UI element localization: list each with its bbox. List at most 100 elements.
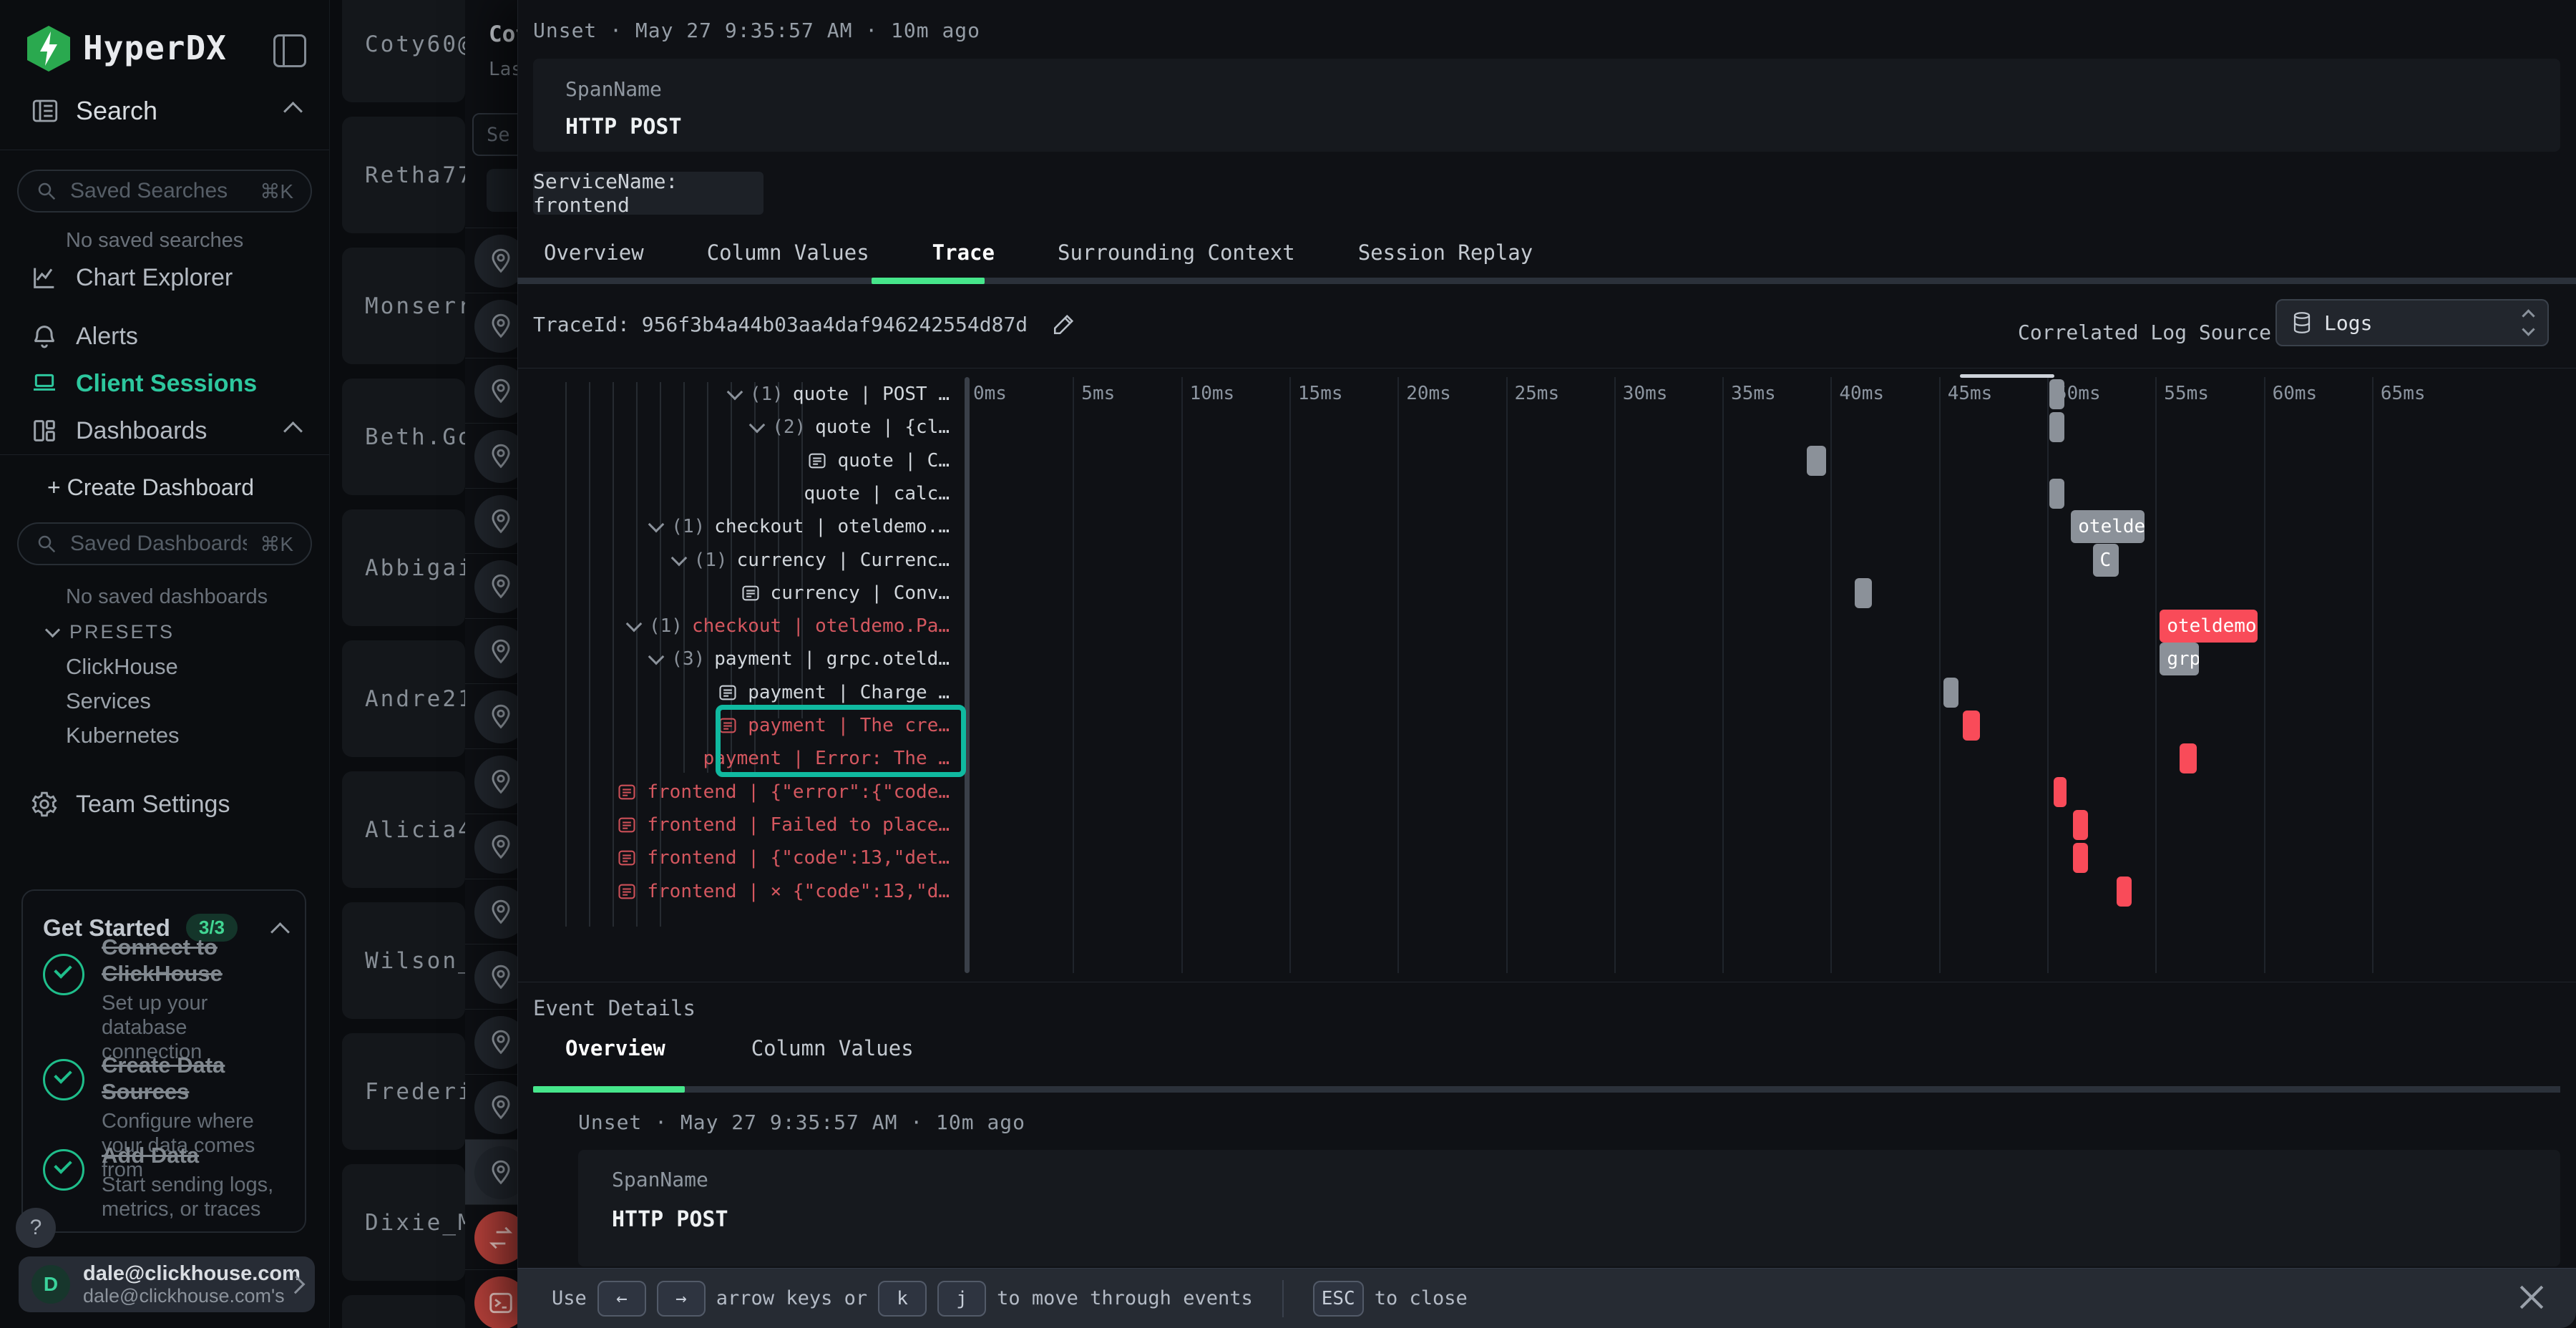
sidebar-item-team-settings[interactable]: Team Settings bbox=[30, 790, 230, 819]
session-event-row[interactable] bbox=[465, 1204, 517, 1269]
session-event-row[interactable] bbox=[465, 1074, 517, 1139]
saved-dashboards-input[interactable] bbox=[69, 531, 248, 557]
session-event-row[interactable] bbox=[465, 488, 517, 553]
session-list-item[interactable]: Wilson_H bbox=[342, 902, 465, 1019]
session-event-row[interactable] bbox=[465, 683, 517, 748]
service-name-chip[interactable]: ServiceName: frontend bbox=[533, 172, 763, 215]
trace-span-row[interactable]: quote | C… bbox=[533, 445, 960, 477]
span-duration-bar[interactable] bbox=[2054, 777, 2067, 807]
session-event-row[interactable] bbox=[465, 944, 517, 1009]
saved-searches-input[interactable] bbox=[69, 178, 248, 204]
session-button-fragment[interactable] bbox=[487, 169, 517, 212]
span-duration-bar[interactable]: oteldemo. bbox=[2071, 510, 2145, 543]
span-duration-bar[interactable]: grp bbox=[2160, 643, 2198, 675]
trace-span-row[interactable]: frontend | {"error":{"code… bbox=[533, 776, 960, 808]
chevron-down-icon[interactable] bbox=[670, 550, 687, 566]
trace-span-row[interactable]: frontend | × {"code":13,"d… bbox=[533, 876, 960, 907]
session-list-item[interactable]: Dixie_Mc bbox=[342, 1164, 465, 1281]
close-icon[interactable] bbox=[2516, 1281, 2547, 1313]
search-section-header[interactable]: Search bbox=[30, 96, 157, 126]
trace-span-row[interactable]: (1)checkout | oteldemo.Pa… bbox=[533, 610, 960, 642]
span-duration-bar[interactable] bbox=[1963, 711, 1980, 741]
span-duration-bar[interactable] bbox=[2049, 412, 2064, 442]
collapse-sidebar-icon[interactable] bbox=[273, 34, 306, 67]
get-started-item[interactable]: Add DataStart sending logs, metrics, or … bbox=[43, 1142, 279, 1221]
trace-span-row[interactable]: (3)payment | grpc.oteld… bbox=[533, 643, 960, 675]
session-list-item[interactable]: Monserra bbox=[342, 248, 465, 364]
trace-span-row[interactable]: (2)quote | {cl… bbox=[533, 411, 960, 443]
chevron-down-icon[interactable] bbox=[727, 384, 743, 401]
session-list-item[interactable] bbox=[342, 1295, 465, 1328]
tab-session-replay[interactable]: Session Replay bbox=[1358, 240, 1533, 265]
trace-span-row[interactable]: payment | Charge … bbox=[533, 677, 960, 708]
span-duration-bar[interactable]: oteldemo. bbox=[2160, 610, 2257, 643]
session-list-item[interactable]: Alicia42 bbox=[342, 771, 465, 888]
span-duration-bar[interactable]: C bbox=[2093, 544, 2119, 577]
sidebar-item-chart-explorer[interactable]: Chart Explorer bbox=[30, 263, 233, 292]
preset-item-kubernetes[interactable]: Kubernetes bbox=[66, 723, 180, 748]
presets-header[interactable]: PRESETS bbox=[47, 621, 175, 643]
session-event-row[interactable] bbox=[465, 1139, 517, 1204]
get-started-item[interactable]: Connect to ClickHouseSet up your databas… bbox=[43, 934, 279, 1064]
preset-item-services[interactable]: Services bbox=[66, 688, 151, 714]
tab-surrounding-context[interactable]: Surrounding Context bbox=[1058, 240, 1295, 265]
chevron-down-icon[interactable] bbox=[648, 517, 665, 533]
help-button[interactable]: ? bbox=[16, 1208, 56, 1248]
session-list-item[interactable]: Frederic bbox=[342, 1033, 465, 1150]
session-event-row[interactable] bbox=[465, 228, 517, 293]
session-list-item[interactable]: Abbigail bbox=[342, 509, 465, 626]
chevron-down-icon[interactable] bbox=[626, 616, 643, 633]
trace-span-row[interactable]: quote | calc… bbox=[533, 478, 960, 509]
sidebar-item-alerts[interactable]: Alerts bbox=[30, 322, 138, 351]
tab-trace[interactable]: Trace bbox=[932, 240, 995, 265]
sidebar-item-client-sessions[interactable]: Client Sessions bbox=[30, 369, 257, 398]
log-source-select[interactable]: Logs bbox=[2275, 299, 2549, 346]
event-status-line: Unset · May 27 9:35:57 AM · 10m ago bbox=[533, 19, 980, 42]
sidebar-item-dashboards[interactable]: Dashboards bbox=[30, 416, 207, 445]
session-event-row[interactable] bbox=[465, 1009, 517, 1074]
event-details-tab-overview[interactable]: Overview bbox=[565, 1036, 665, 1060]
session-event-row[interactable] bbox=[465, 1269, 517, 1328]
span-duration-bar[interactable] bbox=[2180, 743, 2197, 773]
chevron-down-icon[interactable] bbox=[648, 649, 665, 665]
session-event-row[interactable] bbox=[465, 358, 517, 423]
trace-span-row[interactable]: currency | Conv… bbox=[533, 577, 960, 609]
session-event-row[interactable] bbox=[465, 293, 517, 358]
tab-overview[interactable]: Overview bbox=[544, 240, 644, 265]
span-duration-bar[interactable] bbox=[2073, 843, 2088, 873]
edit-pencil-icon[interactable] bbox=[1052, 312, 1076, 336]
session-event-row[interactable] bbox=[465, 553, 517, 618]
session-list-item[interactable]: Coty60@g bbox=[342, 0, 465, 102]
session-list-item[interactable]: Beth.Gol bbox=[342, 379, 465, 495]
session-list-item[interactable]: Andre21@ bbox=[342, 640, 465, 757]
span-duration-bar[interactable] bbox=[2049, 379, 2064, 409]
user-menu[interactable]: D dale@clickhouse.com dale@clickhouse.co… bbox=[19, 1256, 315, 1312]
create-dashboard-button[interactable]: + Create Dashboard bbox=[47, 474, 254, 501]
session-event-row[interactable] bbox=[465, 814, 517, 879]
session-event-row[interactable] bbox=[465, 618, 517, 683]
span-duration-bar[interactable] bbox=[2117, 877, 2132, 907]
span-duration-bar[interactable] bbox=[1807, 446, 1826, 476]
session-event-row[interactable] bbox=[465, 748, 517, 814]
preset-item-clickhouse[interactable]: ClickHouse bbox=[66, 654, 178, 680]
saved-dashboards-search[interactable]: ⌘K bbox=[17, 522, 312, 565]
span-duration-bar[interactable] bbox=[2049, 479, 2064, 509]
chart-mini-scrollbar[interactable] bbox=[1960, 374, 2054, 378]
trace-span-row[interactable]: (1)quote | POST … bbox=[533, 379, 960, 410]
session-event-row[interactable] bbox=[465, 423, 517, 488]
tab-column-values[interactable]: Column Values bbox=[707, 240, 869, 265]
event-details-tab-column-values[interactable]: Column Values bbox=[751, 1036, 914, 1060]
session-event-row[interactable] bbox=[465, 879, 517, 944]
trace-span-row[interactable]: frontend | Failed to place… bbox=[533, 809, 960, 841]
span-duration-bar[interactable] bbox=[1855, 578, 1872, 608]
session-list-item[interactable]: Retha77@ bbox=[342, 117, 465, 233]
chevron-up-icon[interactable] bbox=[283, 102, 303, 121]
saved-searches-search[interactable]: ⌘K bbox=[17, 170, 312, 213]
span-duration-bar[interactable] bbox=[1943, 678, 1958, 708]
span-duration-bar[interactable] bbox=[2073, 810, 2088, 840]
trace-span-row[interactable]: (1)currency | Currenc… bbox=[533, 545, 960, 576]
chevron-down-icon[interactable] bbox=[749, 417, 766, 434]
trace-span-row[interactable]: frontend | {"code":13,"det… bbox=[533, 842, 960, 874]
trace-span-row[interactable]: (1)checkout | oteldemo.… bbox=[533, 511, 960, 542]
session-search-fragment[interactable]: Se bbox=[472, 113, 517, 156]
